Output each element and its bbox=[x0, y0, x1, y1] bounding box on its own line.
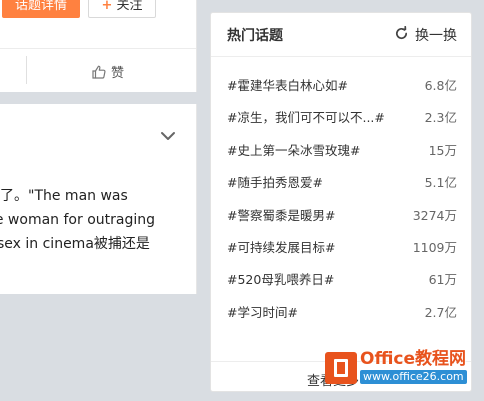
hot-topics-panel: 热门话题 换一换 #霍建华表白林心如# 6.8亿 #凉生，我们可不可以不...#… bbox=[210, 12, 472, 392]
topic-name[interactable]: #霍建华表白林心如# bbox=[227, 75, 348, 94]
list-item[interactable]: #随手拍秀恩爱# 5.1亿 bbox=[211, 172, 471, 204]
like-button[interactable]: 赞 bbox=[92, 62, 124, 81]
follow-button[interactable]: + 关注 bbox=[88, 0, 156, 18]
feed-post-card: 了。"The man was he woman for outraging se… bbox=[0, 104, 197, 294]
post-line: he woman for outraging bbox=[0, 212, 155, 228]
topic-count: 5.1亿 bbox=[424, 175, 457, 191]
list-item[interactable]: #警察蜀黍是暖男# 3274万 bbox=[211, 205, 471, 237]
topic-count: 61万 bbox=[428, 272, 457, 288]
refresh-label: 换一换 bbox=[415, 28, 457, 44]
topic-name[interactable]: #凉生，我们可不可以不...# bbox=[227, 107, 385, 126]
office-logo-icon bbox=[325, 352, 357, 384]
hot-topics-header: 热门话题 换一换 bbox=[211, 13, 471, 57]
divider bbox=[0, 48, 196, 49]
refresh-icon bbox=[394, 25, 409, 45]
topic-name[interactable]: #随手拍秀恩爱# bbox=[227, 172, 323, 191]
like-label: 赞 bbox=[111, 66, 125, 81]
post-line: 了。"The man was bbox=[0, 188, 128, 204]
list-item[interactable]: #霍建华表白林心如# 6.8亿 bbox=[211, 75, 471, 107]
panel-title: 热门话题 bbox=[227, 28, 283, 44]
chevron-down-icon[interactable] bbox=[160, 126, 176, 145]
watermark: Office教程网 www.office26.com bbox=[325, 348, 473, 388]
post-line: sex in cinema被捕还是 bbox=[0, 236, 150, 252]
list-item[interactable]: #520母乳喂养日# 61万 bbox=[211, 269, 471, 301]
topic-count: 3274万 bbox=[412, 207, 457, 223]
list-item[interactable]: #可持续发展目标# 1109万 bbox=[211, 237, 471, 269]
divider bbox=[26, 56, 27, 84]
thumbs-up-icon bbox=[92, 65, 106, 79]
topic-name[interactable]: #可持续发展目标# bbox=[227, 237, 335, 256]
topic-detail-button[interactable]: 话题详情 bbox=[2, 0, 80, 18]
topic-count: 1109万 bbox=[412, 239, 457, 255]
list-item[interactable]: #史上第一朵冰雪玫瑰# 15万 bbox=[211, 140, 471, 172]
topic-count: 6.8亿 bbox=[424, 78, 457, 93]
topic-name[interactable]: #史上第一朵冰雪玫瑰# bbox=[227, 140, 360, 159]
topic-name[interactable]: #学习时间# bbox=[227, 302, 298, 321]
topic-name[interactable]: #520母乳喂养日# bbox=[227, 269, 334, 288]
topic-count: 2.3亿 bbox=[424, 110, 457, 126]
watermark-brand: Office教程网 bbox=[360, 349, 467, 369]
topic-name[interactable]: #警察蜀黍是暖男# bbox=[227, 205, 335, 224]
refresh-button[interactable]: 换一换 bbox=[394, 25, 457, 45]
follow-label: 关注 bbox=[116, 0, 143, 13]
list-item[interactable]: #凉生，我们可不可以不...# 2.3亿 bbox=[211, 107, 471, 139]
post-body: 了。"The man was he woman for outraging se… bbox=[0, 184, 196, 256]
feed-card-actions: 话题详情 + 关注 赞 bbox=[0, 0, 197, 92]
plus-icon: + bbox=[101, 0, 113, 13]
watermark-url: www.office26.com bbox=[360, 370, 467, 384]
topic-count: 2.7亿 bbox=[424, 304, 457, 320]
topic-count: 15万 bbox=[428, 142, 457, 158]
list-item[interactable]: #学习时间# 2.7亿 bbox=[211, 302, 471, 334]
hot-topics-list: #霍建华表白林心如# 6.8亿 #凉生，我们可不可以不...# 2.3亿 #史上… bbox=[211, 75, 471, 334]
